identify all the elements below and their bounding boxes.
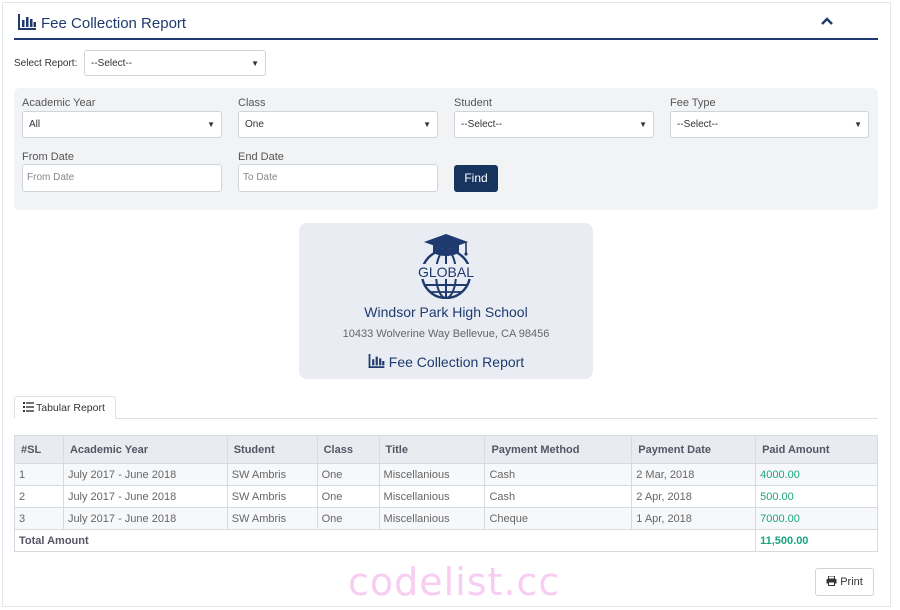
tab-tabular-report[interactable]: Tabular Report [14, 396, 116, 419]
table-header-row: #SL Academic Year Student Class Title Pa… [14, 435, 878, 464]
caret-down-icon: ▼ [854, 120, 862, 129]
table-cell: July 2017 - June 2018 [62, 485, 228, 508]
select-report-value: --Select-- [91, 58, 133, 69]
paid-amount-cell: 4000.00 [755, 463, 878, 486]
table-cell: 2 [14, 485, 64, 508]
find-button[interactable]: Find [454, 165, 498, 192]
column-header: #SL [14, 435, 64, 464]
column-header: Payment Method [484, 435, 633, 464]
academic-year-value: All [29, 119, 41, 130]
student-select[interactable]: --Select-- ▼ [454, 111, 654, 138]
page-title: Fee Collection Report [41, 15, 187, 32]
caret-down-icon: ▼ [423, 120, 431, 129]
academic-year-select[interactable]: All ▼ [22, 111, 222, 138]
table-cell: Cheque [484, 507, 633, 530]
report-header: Fee Collection Report [14, 10, 878, 40]
table-cell: July 2017 - June 2018 [62, 463, 228, 486]
table-cell: SW Ambris [226, 485, 318, 508]
bar-chart-icon [368, 354, 385, 368]
paid-amount-cell: 7000.00 [755, 507, 878, 530]
card-report-title: Fee Collection Report [299, 354, 593, 370]
end-date-input[interactable]: To Date [238, 164, 438, 192]
table-cell: Miscellanious [378, 485, 486, 508]
table-row: 2 July 2017 - June 2018 SW Ambris One Mi… [14, 485, 878, 508]
class-label: Class [238, 97, 266, 109]
printer-icon [826, 576, 837, 586]
class-value: One [245, 119, 264, 130]
table-cell: 3 [14, 507, 64, 530]
table-cell: One [316, 463, 380, 486]
column-header: Academic Year [62, 435, 228, 464]
table-cell: 1 Apr, 2018 [631, 507, 757, 530]
caret-down-icon: ▼ [251, 59, 259, 68]
card-report-label: Fee Collection Report [388, 354, 525, 370]
student-label: Student [454, 97, 492, 109]
table-row: 1 July 2017 - June 2018 SW Ambris One Mi… [14, 463, 878, 486]
from-date-input[interactable]: From Date [22, 164, 222, 192]
logo-text: GLOBAL [418, 264, 474, 280]
tab-label: Tabular Report [36, 402, 105, 414]
print-button[interactable]: Print [815, 568, 874, 596]
select-report-label: Select Report: [14, 58, 78, 69]
total-label: Total Amount [13, 529, 757, 552]
table-cell: Miscellanious [378, 507, 486, 530]
column-header: Class [316, 435, 380, 464]
table-cell: 1 [14, 463, 64, 486]
chevron-up-icon[interactable] [820, 14, 834, 28]
fee-type-select[interactable]: --Select-- ▼ [670, 111, 869, 138]
table-cell: One [316, 485, 380, 508]
table-cell: Miscellanious [378, 463, 486, 486]
table-cell: Cash [484, 485, 633, 508]
caret-down-icon: ▼ [207, 120, 215, 129]
school-card: GLOBAL Windsor Park High School 10433 Wo… [299, 223, 593, 379]
bar-chart-icon [18, 14, 36, 30]
class-select[interactable]: One ▼ [238, 111, 438, 138]
table-cell: 2 Mar, 2018 [631, 463, 757, 486]
total-row: Total Amount 11,500.00 [13, 529, 878, 552]
print-label: Print [840, 576, 863, 588]
column-header: Paid Amount [755, 435, 878, 464]
academic-year-label: Academic Year [22, 97, 96, 109]
fee-report-table: #SL Academic Year Student Class Title Pa… [13, 435, 878, 552]
total-amount: 11,500.00 [755, 529, 878, 552]
select-report-dropdown[interactable]: --Select-- ▼ [84, 50, 266, 76]
student-value: --Select-- [461, 119, 503, 130]
watermark: codelist.cc [348, 560, 561, 604]
fee-type-value: --Select-- [677, 119, 719, 130]
from-date-label: From Date [22, 151, 74, 163]
end-date-label: End Date [238, 151, 284, 163]
tab-divider [14, 418, 878, 419]
school-name: Windsor Park High School [364, 304, 528, 320]
fee-type-label: Fee Type [670, 97, 716, 109]
table-cell: 2 Apr, 2018 [631, 485, 757, 508]
caret-down-icon: ▼ [639, 120, 647, 129]
paid-amount-cell: 500.00 [755, 485, 878, 508]
table-cell: One [316, 507, 380, 530]
table-row: 3 July 2017 - June 2018 SW Ambris One Mi… [14, 507, 878, 530]
school-address: 10433 Wolverine Way Bellevue, CA 98456 [342, 328, 550, 340]
list-icon [23, 402, 34, 412]
table-cell: Cash [484, 463, 633, 486]
table-cell: SW Ambris [226, 463, 318, 486]
table-cell: July 2017 - June 2018 [62, 507, 228, 530]
column-header: Payment Date [631, 435, 757, 464]
column-header: Title [378, 435, 486, 464]
table-cell: SW Ambris [226, 507, 318, 530]
global-graduation-cap-logo-icon: GLOBAL [414, 234, 478, 299]
column-header: Student [226, 435, 318, 464]
